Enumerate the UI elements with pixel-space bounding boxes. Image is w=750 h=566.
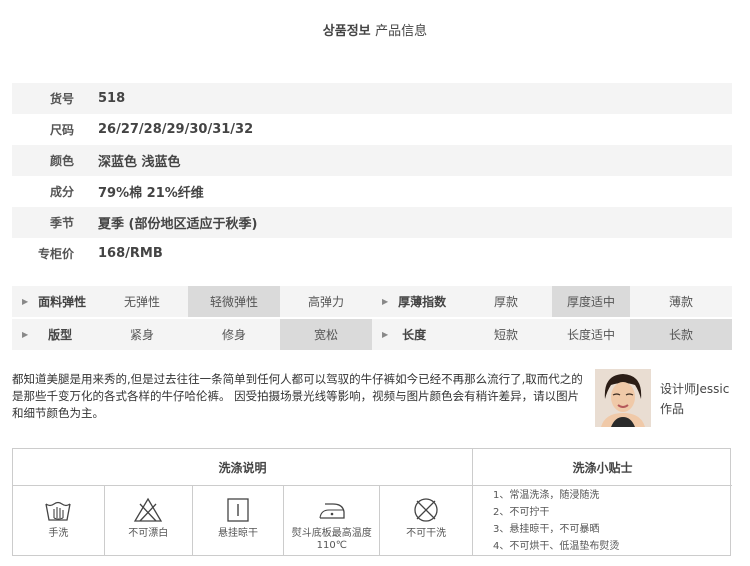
feature-label-length: ▶ 长度	[372, 319, 460, 350]
feature-option-selected: 轻微弹性	[188, 286, 280, 317]
care-icons: 手洗 不可漂白 悬挂晾干 熨斗底板最高温度110℃ 不可干洗	[13, 486, 473, 556]
designer-avatar	[595, 369, 651, 427]
no-bleach-icon	[134, 497, 163, 522]
care-item-hand-wash: 手洗	[13, 486, 105, 556]
page-title: 상품정보 产品信息	[0, 20, 750, 39]
feature-option: 长度适中	[552, 319, 630, 350]
care-item-no-dry-clean: 不可干洗	[380, 486, 472, 556]
spec-row-size: 尺码 26/27/28/29/30/31/32	[12, 114, 732, 145]
feature-option: 紧身	[96, 319, 188, 350]
spec-label: 专柜价	[37, 247, 74, 261]
care-label: 熨斗底板最高温度110℃	[291, 528, 372, 551]
spec-value: 518	[98, 91, 126, 106]
feature-option: 无弹性	[96, 286, 188, 317]
spec-value: 168/RMB	[98, 246, 163, 261]
spec-label: 颜色	[49, 154, 74, 168]
feature-grid: ▶ 面料弹性 无弹性 轻微弹性 高弹力 ▶ 厚薄指数 厚款 厚度适中 薄款 ▶ 版型 …	[12, 286, 732, 352]
care-tip: 1、常温洗涤，随浸随洗	[493, 490, 600, 501]
care-item-no-bleach: 不可漂白	[105, 486, 193, 556]
product-description: 都知道美腿是用来秀的,但是过去往往一条简单到任何人都可以驾驭的牛仔裤如今已经不再…	[12, 372, 583, 420]
care-tip: 3、悬挂晾干，不可暴晒	[493, 524, 600, 535]
care-tips-list: 1、常温洗涤，随浸随洗 2、不可拧干 3、悬挂晾干，不可暴晒 4、不可烘干、低温…	[493, 487, 619, 555]
care-label: 悬挂晾干	[218, 528, 258, 539]
title-korean: 상품정보	[322, 24, 371, 39]
feature-option: 薄款	[630, 286, 732, 317]
spec-row-color: 颜色 深蓝色 浅蓝色	[12, 145, 732, 176]
feature-option-selected: 厚度适中	[552, 286, 630, 317]
spec-label: 成分	[49, 185, 74, 199]
triangle-right-icon: ▶	[22, 297, 29, 306]
designer-credit: 设计师Jessic 作品	[660, 379, 740, 419]
spec-label: 尺码	[49, 123, 74, 137]
feature-option-selected: 长款	[630, 319, 732, 350]
feature-row: ▶ 面料弹性 无弹性 轻微弹性 高弹力 ▶ 厚薄指数 厚款 厚度适中 薄款	[12, 286, 732, 319]
spec-label: 货号	[49, 92, 74, 106]
feature-option: 厚款	[460, 286, 552, 317]
feature-option: 修身	[188, 319, 280, 350]
iron-icon	[319, 503, 345, 519]
care-label: 不可漂白	[128, 528, 169, 539]
care-item-iron: 熨斗底板最高温度110℃	[284, 486, 381, 556]
feature-label-elasticity: ▶ 面料弹性	[12, 286, 96, 317]
care-instructions-header: 洗涤说明	[13, 449, 473, 486]
care-item-hang-dry: 悬挂晾干	[193, 486, 285, 556]
care-panel: 洗涤说明 洗涤小贴士 手洗 不可漂白 悬挂晾干 熨斗底板最高温度110℃ 不可干…	[12, 448, 732, 556]
care-label: 不可干洗	[406, 528, 447, 539]
triangle-right-icon: ▶	[382, 297, 389, 306]
care-label: 手洗	[48, 528, 69, 539]
care-tip: 4、不可烘干、低温垫布熨烫	[493, 541, 620, 552]
feature-label-thickness: ▶ 厚薄指数	[372, 286, 460, 317]
spec-table: 货号 518 尺码 26/27/28/29/30/31/32 颜色 深蓝色 浅蓝…	[12, 83, 732, 269]
spec-value: 79%棉 21%纤维	[98, 186, 204, 201]
hand-wash-icon	[45, 501, 72, 521]
feature-row: ▶ 版型 紧身 修身 宽松 ▶ 长度 短款 长度适中 长款	[12, 319, 732, 352]
feature-option-selected: 宽松	[280, 319, 372, 350]
feature-option: 高弹力	[280, 286, 372, 317]
care-tips-header: 洗涤小贴士	[473, 449, 732, 486]
spec-value: 26/27/28/29/30/31/32	[98, 122, 254, 137]
title-chinese: 产品信息	[375, 24, 428, 39]
hang-dry-icon	[227, 498, 249, 522]
spec-row-season: 季节 夏季 (部份地区适应于秋季)	[12, 207, 732, 238]
triangle-right-icon: ▶	[22, 330, 29, 339]
spec-row-price: 专柜价 168/RMB	[12, 238, 732, 269]
no-dry-clean-icon	[414, 498, 438, 522]
triangle-right-icon: ▶	[382, 330, 389, 339]
designer-works: 作品	[660, 402, 685, 416]
feature-option: 短款	[460, 319, 552, 350]
spec-row-material: 成分 79%棉 21%纤维	[12, 176, 732, 207]
spec-row-item-no: 货号 518	[12, 83, 732, 114]
care-tip: 2、不可拧干	[493, 507, 550, 518]
spec-value: 夏季 (部份地区适应于秋季)	[98, 217, 258, 232]
designer-name: 设计师Jessic	[660, 382, 730, 396]
feature-label-fit: ▶ 版型	[12, 319, 96, 350]
spec-value: 深蓝色 浅蓝色	[98, 155, 181, 170]
spec-label: 季节	[49, 216, 74, 230]
